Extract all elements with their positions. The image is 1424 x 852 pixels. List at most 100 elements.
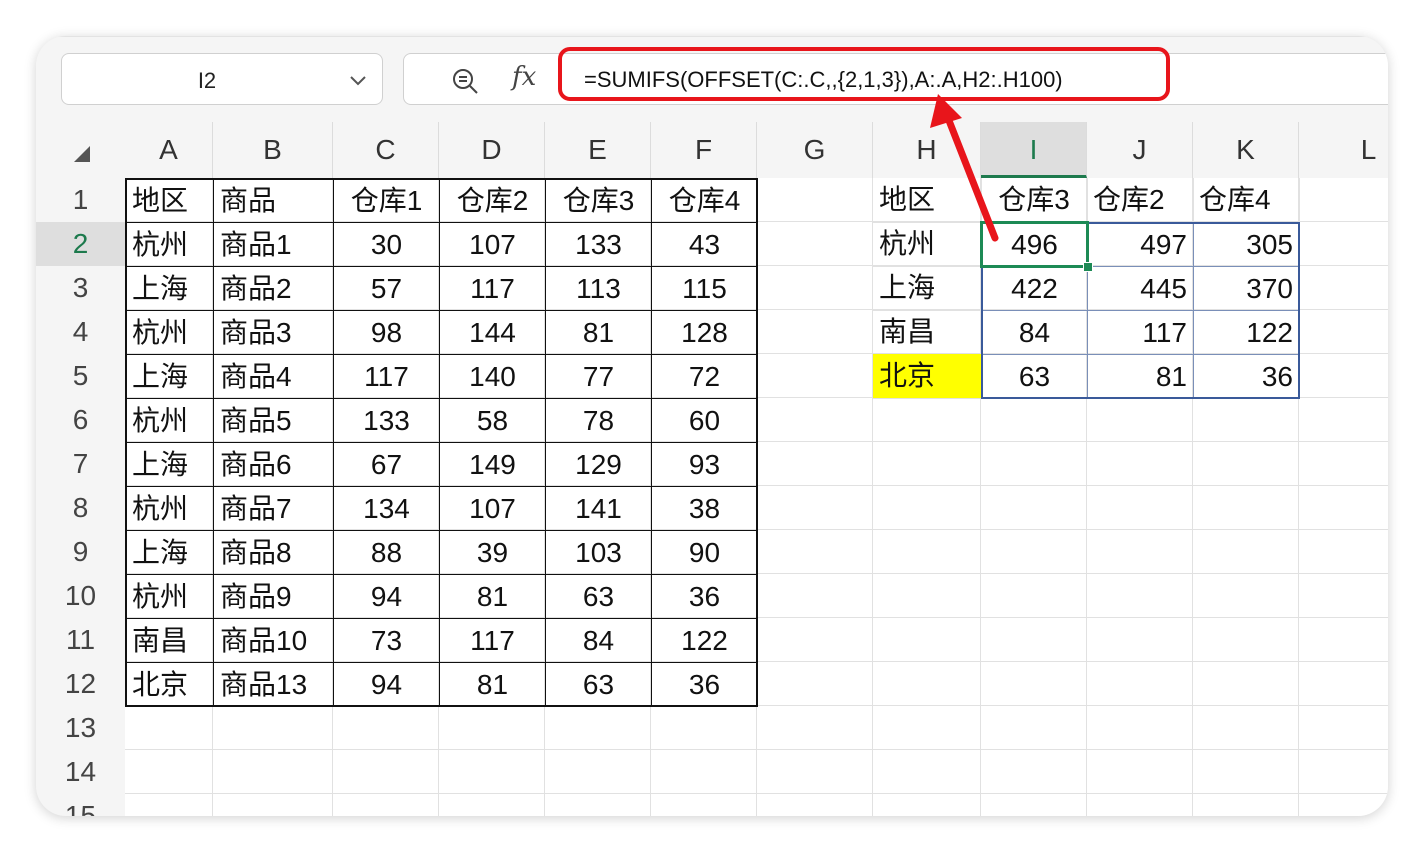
cell-K2[interactable]: 305 [1193, 222, 1300, 267]
cell-B13[interactable] [213, 706, 333, 750]
cell-H14[interactable] [873, 750, 981, 794]
cell-D7[interactable]: 149 [439, 442, 546, 487]
cell-C6[interactable]: 133 [333, 398, 440, 443]
column-header-g[interactable]: G [757, 122, 873, 178]
cell-A3[interactable]: 上海 [125, 266, 214, 311]
cell-I5[interactable]: 63 [981, 354, 1088, 399]
cell-I12[interactable] [981, 662, 1087, 706]
cell-D11[interactable]: 117 [439, 618, 546, 663]
cell-A2[interactable]: 杭州 [125, 222, 214, 267]
cell-I9[interactable] [981, 530, 1087, 574]
cell-K11[interactable] [1193, 618, 1299, 662]
cell-A11[interactable]: 南昌 [125, 618, 214, 663]
cell-L5[interactable] [1299, 354, 1388, 398]
row-header-11[interactable]: 11 [36, 618, 125, 662]
cell-F4[interactable]: 128 [651, 310, 758, 355]
cell-A9[interactable]: 上海 [125, 530, 214, 575]
cell-K10[interactable] [1193, 574, 1299, 618]
cell-E6[interactable]: 78 [545, 398, 652, 443]
zoom-out-icon[interactable] [450, 66, 480, 96]
select-all-icon[interactable] [36, 122, 125, 178]
cell-E10[interactable]: 63 [545, 574, 652, 619]
cell-L4[interactable] [1299, 310, 1388, 354]
cell-A6[interactable]: 杭州 [125, 398, 214, 443]
cell-A12[interactable]: 北京 [125, 662, 214, 707]
cell-E14[interactable] [545, 750, 651, 794]
cell-D8[interactable]: 107 [439, 486, 546, 531]
cell-K15[interactable] [1193, 794, 1299, 816]
cell-C13[interactable] [333, 706, 439, 750]
cell-L12[interactable] [1299, 662, 1388, 706]
cell-L1[interactable] [1299, 178, 1388, 222]
cell-J2[interactable]: 497 [1087, 222, 1194, 267]
column-header-l[interactable]: L [1299, 122, 1388, 178]
cell-L8[interactable] [1299, 486, 1388, 530]
cell-G1[interactable] [757, 178, 873, 222]
chevron-down-icon[interactable] [348, 70, 368, 90]
row-header-8[interactable]: 8 [36, 486, 125, 530]
cell-D15[interactable] [439, 794, 545, 816]
cell-L13[interactable] [1299, 706, 1388, 750]
cell-E8[interactable]: 141 [545, 486, 652, 531]
cell-K6[interactable] [1193, 398, 1299, 442]
cell-I3[interactable]: 422 [981, 266, 1088, 311]
cell-A13[interactable] [125, 706, 213, 750]
cell-G14[interactable] [757, 750, 873, 794]
cell-F8[interactable]: 38 [651, 486, 758, 531]
cell-D14[interactable] [439, 750, 545, 794]
cell-G8[interactable] [757, 486, 873, 530]
cell-B14[interactable] [213, 750, 333, 794]
cell-C10[interactable]: 94 [333, 574, 440, 619]
cell-A8[interactable]: 杭州 [125, 486, 214, 531]
column-header-i[interactable]: I [981, 122, 1087, 178]
fx-icon[interactable]: fx [512, 62, 536, 92]
cell-H12[interactable] [873, 662, 981, 706]
cell-D5[interactable]: 140 [439, 354, 546, 399]
cell-F5[interactable]: 72 [651, 354, 758, 399]
cell-H2[interactable]: 杭州 [873, 222, 982, 267]
cell-C9[interactable]: 88 [333, 530, 440, 575]
cell-A5[interactable]: 上海 [125, 354, 214, 399]
cell-B5[interactable]: 商品4 [213, 354, 334, 399]
row-header-2[interactable]: 2 [36, 222, 125, 266]
cell-B4[interactable]: 商品3 [213, 310, 334, 355]
cell-H11[interactable] [873, 618, 981, 662]
cell-J15[interactable] [1087, 794, 1193, 816]
cell-B11[interactable]: 商品10 [213, 618, 334, 663]
row-header-3[interactable]: 3 [36, 266, 125, 310]
column-header-a[interactable]: A [125, 122, 213, 178]
row-header-7[interactable]: 7 [36, 442, 125, 486]
cell-B7[interactable]: 商品6 [213, 442, 334, 487]
cell-F13[interactable] [651, 706, 757, 750]
cell-J12[interactable] [1087, 662, 1193, 706]
fill-handle[interactable] [1083, 262, 1093, 272]
cell-A14[interactable] [125, 750, 213, 794]
row-header-9[interactable]: 9 [36, 530, 125, 574]
cell-B1[interactable]: 商品 [213, 178, 334, 223]
cell-grid[interactable]: 地区 商品 仓库1 仓库2 仓库3 仓库4 杭州 商品1 30 107 133 43 上海 商品2 57 11… [125, 178, 1388, 816]
cell-I10[interactable] [981, 574, 1087, 618]
cell-C3[interactable]: 57 [333, 266, 440, 311]
cell-F6[interactable]: 60 [651, 398, 758, 443]
cell-L15[interactable] [1299, 794, 1388, 816]
cell-H5[interactable]: 北京 [873, 354, 982, 399]
row-header-6[interactable]: 6 [36, 398, 125, 442]
cell-B3[interactable]: 商品2 [213, 266, 334, 311]
cell-J8[interactable] [1087, 486, 1193, 530]
cell-L11[interactable] [1299, 618, 1388, 662]
row-header-5[interactable]: 5 [36, 354, 125, 398]
cell-L10[interactable] [1299, 574, 1388, 618]
cell-K1[interactable]: 仓库4 [1193, 178, 1300, 223]
cell-K3[interactable]: 370 [1193, 266, 1300, 311]
cell-J9[interactable] [1087, 530, 1193, 574]
name-box[interactable]: I2 [61, 53, 383, 105]
cell-G5[interactable] [757, 354, 873, 398]
cell-J7[interactable] [1087, 442, 1193, 486]
column-header-k[interactable]: K [1193, 122, 1299, 178]
cell-C5[interactable]: 117 [333, 354, 440, 399]
cell-I1[interactable]: 仓库3 [981, 178, 1088, 223]
cell-A10[interactable]: 杭州 [125, 574, 214, 619]
cell-K12[interactable] [1193, 662, 1299, 706]
cell-E1[interactable]: 仓库3 [545, 178, 652, 223]
cell-L9[interactable] [1299, 530, 1388, 574]
